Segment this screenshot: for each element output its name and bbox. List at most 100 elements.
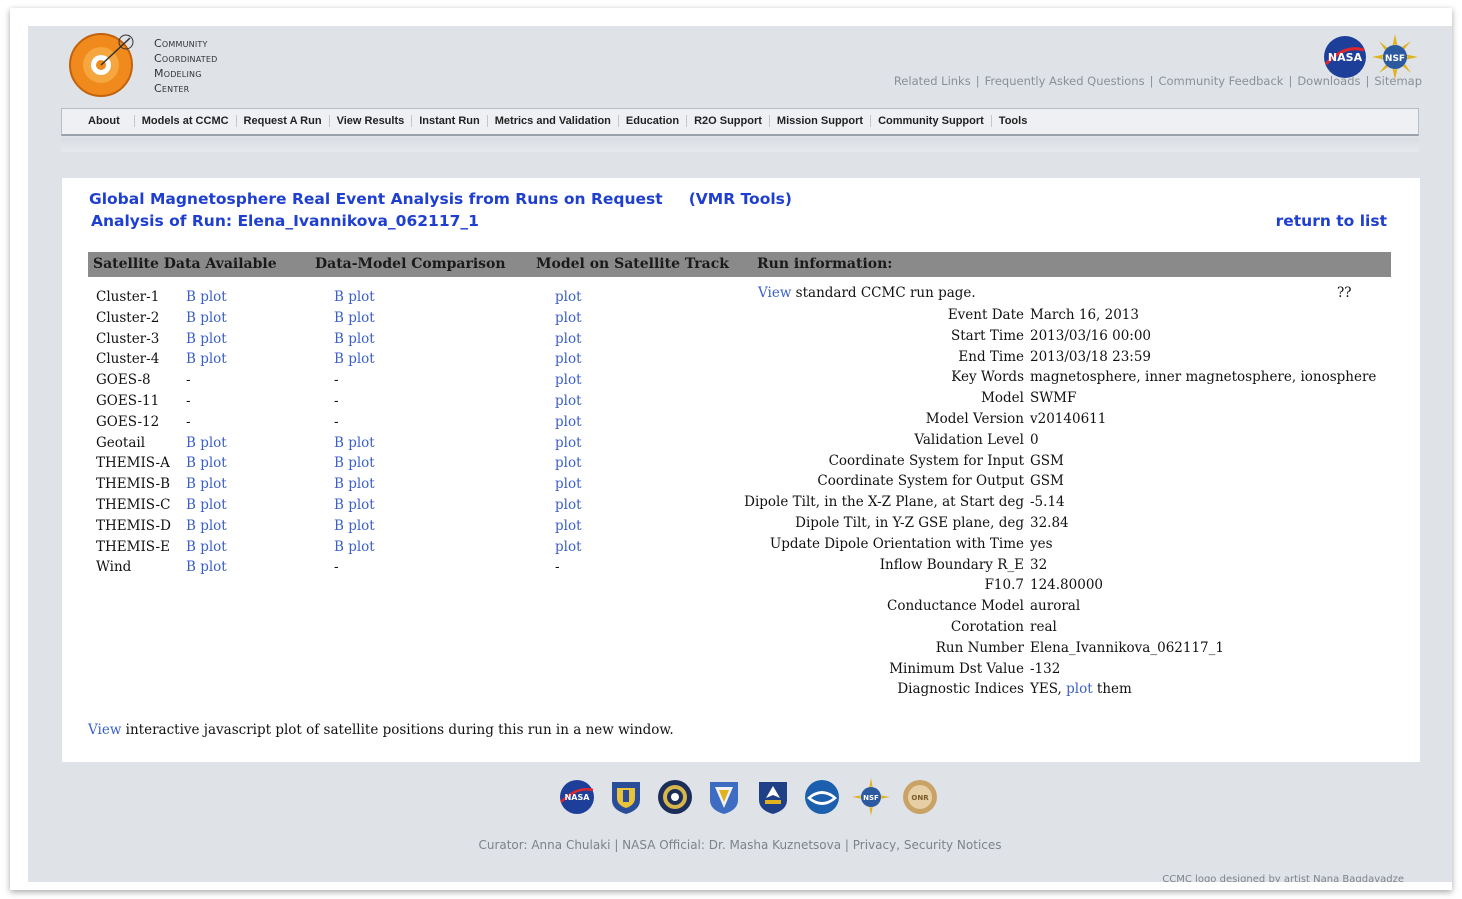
- data-model-comparison-link[interactable]: B plot: [334, 455, 375, 471]
- satellite-data-link[interactable]: B plot: [186, 539, 227, 555]
- nav-request-run[interactable]: Request A Run: [237, 115, 330, 127]
- satellite-name: GOES-8: [96, 372, 151, 389]
- run-info-row: Conductance Model auroral: [662, 598, 1382, 619]
- run-info-label: Inflow Boundary R_E: [879, 556, 1024, 573]
- satellite-data-link[interactable]: B plot: [186, 310, 227, 326]
- data-model-comparison-link[interactable]: B plot: [334, 289, 375, 305]
- svg-text:NASA: NASA: [1328, 51, 1363, 64]
- satellite-name: THEMIS-B: [96, 476, 171, 493]
- data-model-comparison-link[interactable]: B plot: [334, 351, 375, 367]
- svg-text:ONR: ONR: [911, 794, 929, 802]
- ccmc-logo-icon[interactable]: [68, 28, 138, 98]
- dod-seal-icon[interactable]: [656, 778, 694, 816]
- nav-tools[interactable]: Tools: [992, 115, 1035, 127]
- satellite-track-link[interactable]: plot: [555, 372, 582, 388]
- nav-r2o[interactable]: R2O Support: [687, 115, 770, 127]
- run-info-label: Dipole Tilt, in the X-Z Plane, at Start …: [744, 494, 1024, 511]
- related-links-link[interactable]: Related Links: [894, 74, 971, 88]
- run-page-line: View standard CCMC run page.: [758, 285, 976, 301]
- run-info-row: Inflow Boundary R_E 32: [662, 557, 1382, 578]
- run-info-label: Dipole Tilt, in Y-Z GSE plane, deg: [795, 514, 1024, 531]
- header-data-model: Data-Model Comparison: [315, 256, 506, 272]
- nav-instant-run[interactable]: Instant Run: [412, 115, 488, 127]
- satellite-data-link[interactable]: B plot: [186, 559, 227, 575]
- satellite-track-link[interactable]: plot: [555, 435, 582, 451]
- satellite-track-link[interactable]: plot: [555, 310, 582, 326]
- satellite-name: Cluster-2: [96, 309, 160, 326]
- header-model-track: Model on Satellite Track: [536, 256, 729, 272]
- nsf-seal-icon[interactable]: NSF: [852, 778, 890, 816]
- nav-education[interactable]: Education: [619, 115, 688, 127]
- nav-metrics[interactable]: Metrics and Validation: [488, 115, 619, 127]
- satellite-track-link[interactable]: plot: [555, 539, 582, 555]
- data-model-comparison-link[interactable]: B plot: [334, 476, 375, 492]
- faq-link[interactable]: Frequently Asked Questions: [985, 74, 1145, 88]
- satellite-data-link[interactable]: B plot: [186, 518, 227, 534]
- help-marker[interactable]: ??: [1337, 285, 1351, 301]
- vmr-tools-link[interactable]: (VMR Tools): [689, 190, 792, 208]
- air-force-seal-icon[interactable]: [607, 778, 645, 816]
- satellite-data-link[interactable]: B plot: [186, 497, 227, 513]
- run-info-label: End Time: [958, 348, 1024, 365]
- satellite-data-link[interactable]: B plot: [186, 289, 227, 305]
- downloads-link[interactable]: Downloads: [1297, 74, 1360, 88]
- curator-line: Curator: Anna Chulaki | NASA Official: D…: [478, 838, 1002, 852]
- nasa-seal-icon[interactable]: NASA: [558, 778, 596, 816]
- run-info-value: 2013/03/16 00:00: [1030, 327, 1152, 344]
- run-info-row: Model SWMF: [662, 390, 1382, 411]
- afrl-seal-icon[interactable]: [705, 778, 743, 816]
- onr-seal-icon[interactable]: ONR: [901, 778, 939, 816]
- satellite-track-link[interactable]: plot: [555, 331, 582, 347]
- satellite-track-link[interactable]: plot: [555, 476, 582, 492]
- data-model-comparison-link[interactable]: B plot: [334, 539, 375, 555]
- satellite-data-link[interactable]: B plot: [186, 435, 227, 451]
- run-info-value: yes: [1030, 535, 1053, 552]
- table-header: Satellite Data Available Data-Model Comp…: [88, 252, 1391, 277]
- run-info-label: Run Number: [935, 639, 1024, 656]
- return-to-list-link[interactable]: return to list: [1276, 212, 1387, 230]
- sub-nav-bar: [61, 138, 1419, 152]
- run-info-row: Key Words magnetosphere, inner magnetosph…: [662, 369, 1382, 390]
- data-model-comparison-link[interactable]: B plot: [334, 331, 375, 347]
- data-model-comparison-link[interactable]: B plot: [334, 435, 375, 451]
- run-info-row: Update Dipole Orientation with Time yes: [662, 536, 1382, 557]
- satellite-track-link[interactable]: plot: [555, 351, 582, 367]
- page: Community Coordinated Modeling Center NA…: [28, 26, 1452, 882]
- nav-models[interactable]: Models at CCMC: [135, 115, 237, 127]
- empty-cell: -: [555, 559, 560, 576]
- run-info-label: Conductance Model: [887, 598, 1024, 615]
- satellite-track-link[interactable]: plot: [555, 289, 582, 305]
- run-info-row: End Time 2013/03/18 23:59: [662, 349, 1382, 370]
- satellite-track-link[interactable]: plot: [555, 455, 582, 471]
- satellite-name: Cluster-3: [96, 330, 160, 347]
- satellite-track-link[interactable]: plot: [555, 414, 582, 430]
- satellite-data-link[interactable]: B plot: [186, 455, 227, 471]
- empty-cell: -: [334, 413, 339, 430]
- separator: |: [975, 74, 980, 88]
- nav-about[interactable]: About: [82, 115, 135, 127]
- run-info-value: 2013/03/18 23:59: [1030, 348, 1152, 365]
- view-run-page-link[interactable]: View: [758, 285, 791, 301]
- diagnostic-plot-link[interactable]: plot: [1066, 681, 1093, 697]
- run-title: Analysis of Run: Elena_Ivannikova_062117…: [91, 212, 479, 230]
- view-positions-link[interactable]: View: [88, 722, 121, 738]
- community-feedback-link[interactable]: Community Feedback: [1158, 74, 1283, 88]
- satellite-data-link[interactable]: B plot: [186, 331, 227, 347]
- svg-text:NSF: NSF: [1385, 54, 1405, 64]
- nav-mission-support[interactable]: Mission Support: [770, 115, 872, 127]
- run-info-row: Diagnostic Indices YES, plot them: [662, 681, 1382, 702]
- satellite-data-link[interactable]: B plot: [186, 351, 227, 367]
- noaa-seal-icon[interactable]: [803, 778, 841, 816]
- nav-community-support[interactable]: Community Support: [871, 115, 992, 127]
- data-model-comparison-link[interactable]: B plot: [334, 497, 375, 513]
- nav-view-results[interactable]: View Results: [330, 115, 413, 127]
- main-nav: About Models at CCMC Request A Run View …: [61, 108, 1419, 136]
- satellite-track-link[interactable]: plot: [555, 497, 582, 513]
- afosr-seal-icon[interactable]: [754, 778, 792, 816]
- satellite-track-link[interactable]: plot: [555, 393, 582, 409]
- satellite-data-link[interactable]: B plot: [186, 476, 227, 492]
- data-model-comparison-link[interactable]: B plot: [334, 310, 375, 326]
- data-model-comparison-link[interactable]: B plot: [334, 518, 375, 534]
- satellite-track-link[interactable]: plot: [555, 518, 582, 534]
- sitemap-link[interactable]: Sitemap: [1374, 74, 1422, 88]
